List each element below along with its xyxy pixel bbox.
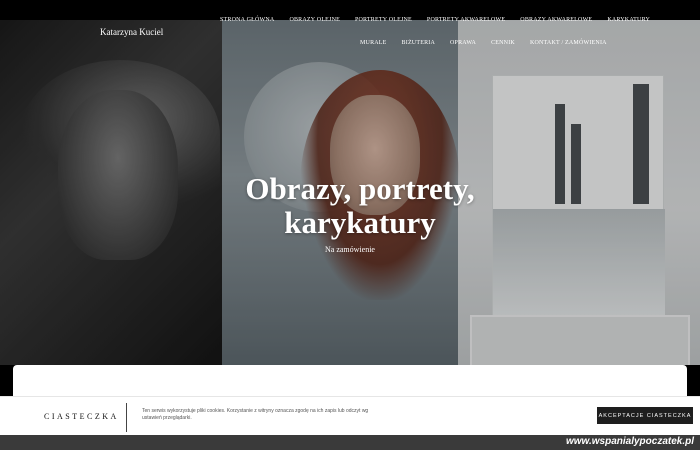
- nav-item-contact[interactable]: KONTAKT / ZAMÓWIENIA: [530, 40, 607, 46]
- footer-bar: www.wspanialypoczatek.pl: [0, 435, 700, 450]
- nav-item-oil-portraits[interactable]: PORTRETY OLEJNE: [355, 17, 412, 23]
- cookie-divider: [126, 403, 127, 432]
- nav-item-murals[interactable]: MURALE: [360, 40, 387, 46]
- nav-item-framing[interactable]: OPRAWA: [450, 40, 476, 46]
- site-brand[interactable]: Katarzyna Kuciel: [100, 27, 163, 37]
- cookie-bar: CIASTECZKA Ten serwis wykorzystuje pliki…: [0, 396, 700, 435]
- nav-item-watercolor-portraits[interactable]: PORTRETY AKWARELOWE: [427, 17, 505, 23]
- nav-item-pricing[interactable]: CENNIK: [491, 40, 515, 46]
- nav-item-home[interactable]: STRONA GŁÓWNA: [220, 17, 274, 23]
- nav-item-caricatures[interactable]: KARYKATURY: [607, 17, 650, 23]
- hero-title-line2: karykatury: [284, 205, 436, 240]
- nav-item-jewelry[interactable]: BIŻUTERIA: [402, 40, 435, 46]
- hero-subtitle: Na zamówienie: [325, 245, 375, 254]
- accept-cookies-button[interactable]: AKCEPTACJE CIASTECZKA: [597, 407, 693, 424]
- nav-row-secondary: MURALE BIŻUTERIA OPRAWA CENNIK KONTAKT /…: [360, 40, 622, 46]
- cookie-text: Ten serwis wykorzystuje pliki cookies. K…: [142, 408, 369, 421]
- hero-title-line1: Obrazy, portrety,: [245, 171, 475, 206]
- watermark-text: www.wspanialypoczatek.pl: [566, 436, 694, 447]
- nav-item-oil-paintings[interactable]: OBRAZY OLEJNE: [289, 17, 340, 23]
- hero-title: Obrazy, portrety, karykatury: [220, 172, 500, 240]
- cookie-title: CIASTECZKA: [44, 412, 119, 421]
- nav-item-watercolor-paintings[interactable]: OBRAZY AKWARELOWE: [520, 17, 592, 23]
- nav-row-primary: STRONA GŁÓWNA OBRAZY OLEJNE PORTRETY OLE…: [220, 17, 665, 23]
